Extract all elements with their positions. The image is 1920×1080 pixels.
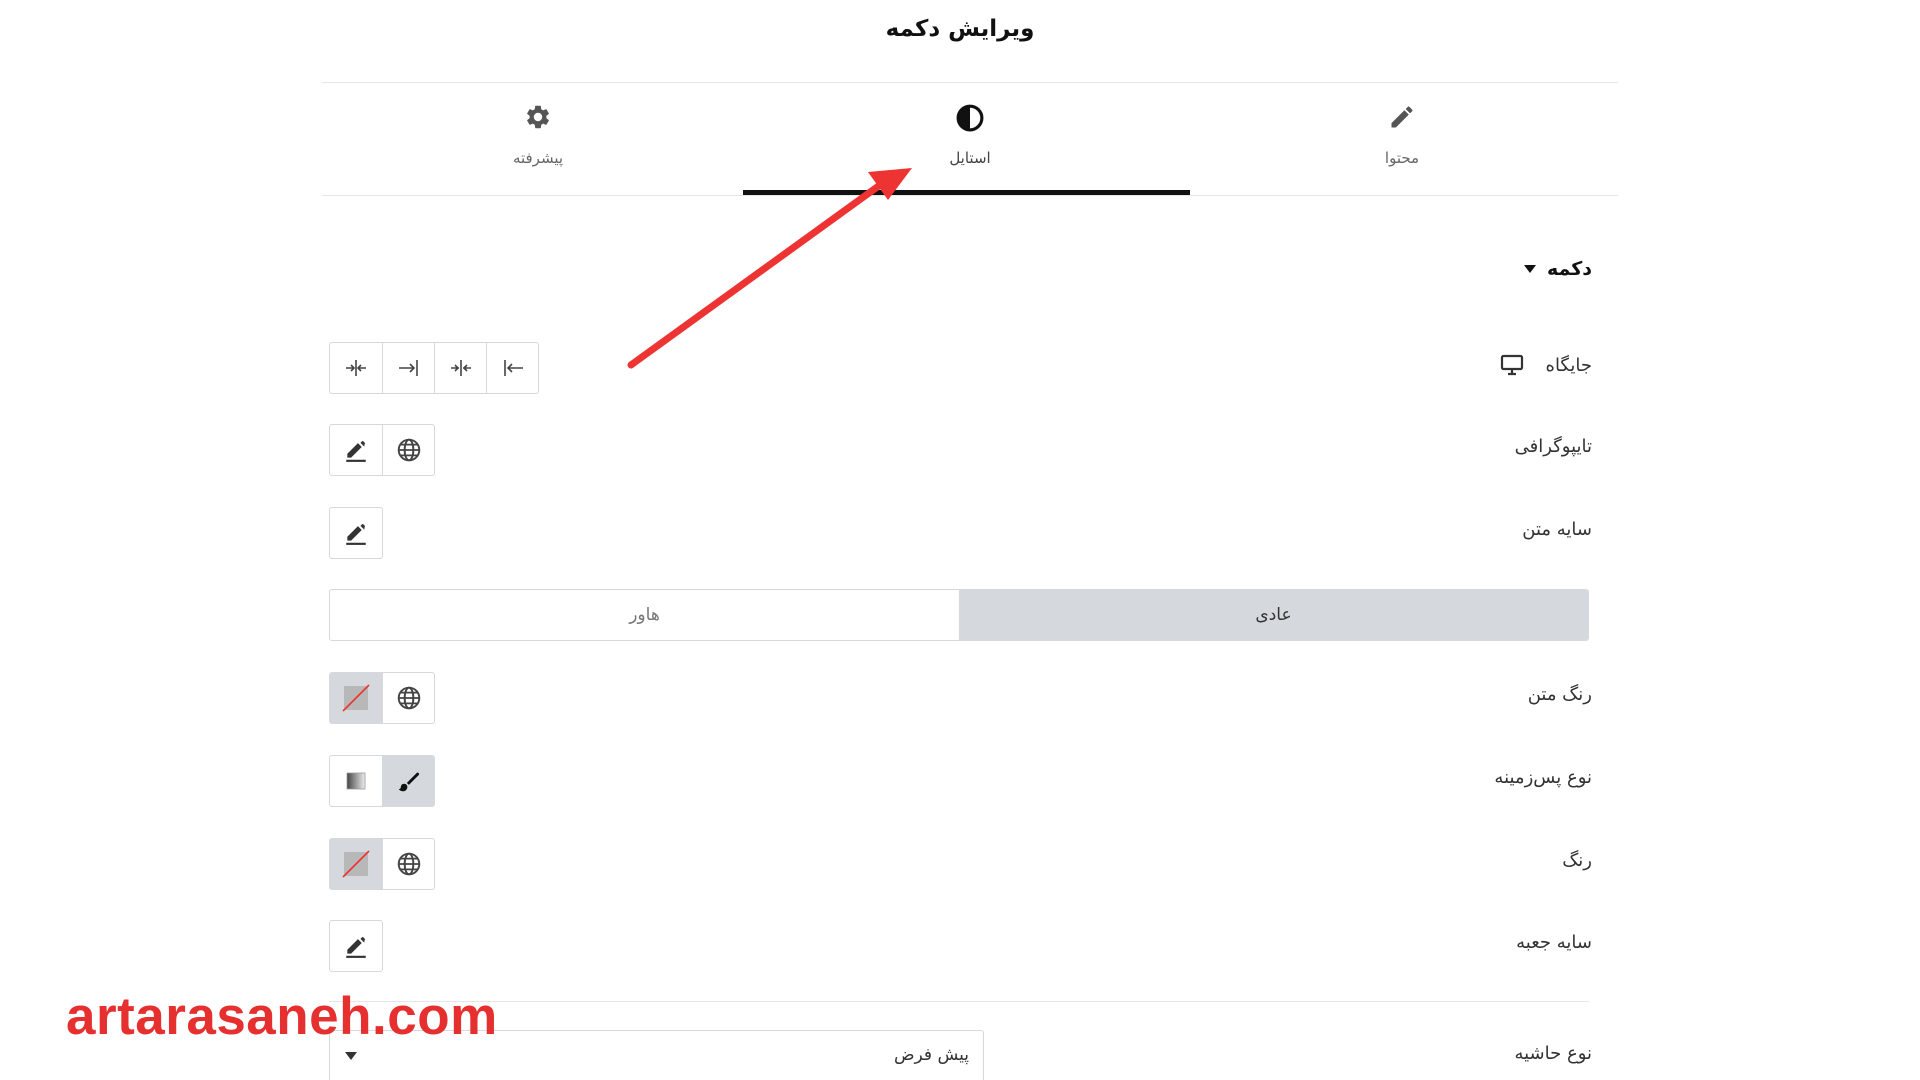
caret-down-icon — [345, 1052, 357, 1060]
section-divider — [329, 1001, 1589, 1002]
watermark-text: artarasaneh.com — [66, 987, 498, 1046]
contrast-icon — [956, 104, 984, 132]
typography-control — [329, 424, 435, 476]
edit-icon — [346, 524, 366, 545]
tab-style-label: استایل — [949, 149, 991, 167]
position-justify-button[interactable] — [434, 343, 486, 393]
row-color-label: رنگ — [1562, 850, 1592, 871]
row-border-type-label: نوع حاشیه — [1514, 1043, 1592, 1064]
row-text-color-label: رنگ متن — [1528, 684, 1592, 705]
text-color-swatch[interactable] — [330, 673, 382, 723]
align-end-icon — [398, 360, 418, 376]
background-gradient-button[interactable] — [330, 756, 382, 806]
background-classic-button[interactable] — [382, 756, 434, 806]
border-type-value: پیش فرض — [894, 1045, 969, 1065]
align-justify-icon — [450, 360, 471, 376]
box-shadow-control — [329, 920, 383, 972]
no-color-icon — [342, 850, 370, 878]
position-label: جایگاه — [1545, 354, 1592, 376]
text-shadow-control — [329, 507, 383, 559]
typography-edit-button[interactable] — [330, 425, 382, 475]
tabs-divider — [322, 195, 1618, 196]
tab-advanced[interactable]: پیشرفته — [322, 83, 754, 195]
position-center-button[interactable] — [330, 343, 382, 393]
row-text-shadow-label: سایه متن — [1522, 519, 1592, 540]
background-type-label: نوع پس‌زمینه — [1494, 767, 1592, 788]
globe-icon — [397, 438, 420, 462]
color-label: رنگ — [1562, 850, 1592, 871]
row-background-type-label: نوع پس‌زمینه — [1494, 767, 1592, 788]
row-typography-label: تایپوگرافی — [1515, 436, 1592, 457]
box-shadow-label: سایه جعبه — [1516, 932, 1592, 953]
text-color-control — [329, 672, 435, 724]
box-shadow-edit-button[interactable] — [330, 921, 382, 971]
tab-content[interactable]: محتوا — [1186, 83, 1618, 195]
tab-advanced-label: پیشرفته — [512, 149, 564, 167]
brush-icon — [398, 772, 419, 792]
color-swatch[interactable] — [330, 839, 382, 889]
tab-content-label: محتوا — [1384, 149, 1420, 167]
background-type-control — [329, 755, 435, 807]
position-control — [329, 342, 539, 394]
text-shadow-label: سایه متن — [1522, 519, 1592, 540]
state-switcher: هاور عادی — [329, 589, 1589, 641]
section-title: دکمه — [1546, 258, 1592, 280]
caret-down-icon — [1523, 265, 1536, 273]
edit-icon — [346, 441, 366, 462]
globe-icon — [397, 686, 420, 710]
globe-icon — [397, 852, 420, 876]
color-global-button[interactable] — [382, 839, 434, 889]
no-color-icon — [342, 684, 370, 712]
row-box-shadow-label: سایه جعبه — [1516, 932, 1592, 953]
border-type-label: نوع حاشیه — [1514, 1043, 1592, 1064]
typography-label: تایپوگرافی — [1514, 436, 1592, 457]
pencil-icon — [1391, 106, 1413, 128]
gear-icon — [527, 105, 549, 129]
state-hover-tab[interactable]: هاور — [330, 590, 959, 640]
text-color-global-button[interactable] — [382, 673, 434, 723]
position-end-button[interactable] — [382, 343, 434, 393]
text-color-label: رنگ متن — [1527, 684, 1592, 705]
row-position-label: جایگاه — [1500, 354, 1592, 376]
tab-style[interactable]: استایل — [754, 83, 1186, 195]
desktop-icon[interactable] — [1500, 354, 1524, 376]
edit-icon — [346, 937, 366, 958]
gradient-icon — [346, 772, 366, 790]
state-normal-tab[interactable]: عادی — [959, 590, 1588, 640]
text-shadow-edit-button[interactable] — [330, 508, 382, 558]
editor-tabs: پیشرفته استایل محتوا — [322, 83, 1618, 195]
typography-global-button[interactable] — [382, 425, 434, 475]
section-header-button[interactable]: دکمه — [1523, 258, 1592, 280]
color-control — [329, 838, 435, 890]
align-center-icon — [346, 360, 366, 376]
page-title: ویرایش دکمه — [885, 16, 1035, 42]
position-start-button[interactable] — [486, 343, 538, 393]
align-start-icon — [503, 360, 523, 376]
